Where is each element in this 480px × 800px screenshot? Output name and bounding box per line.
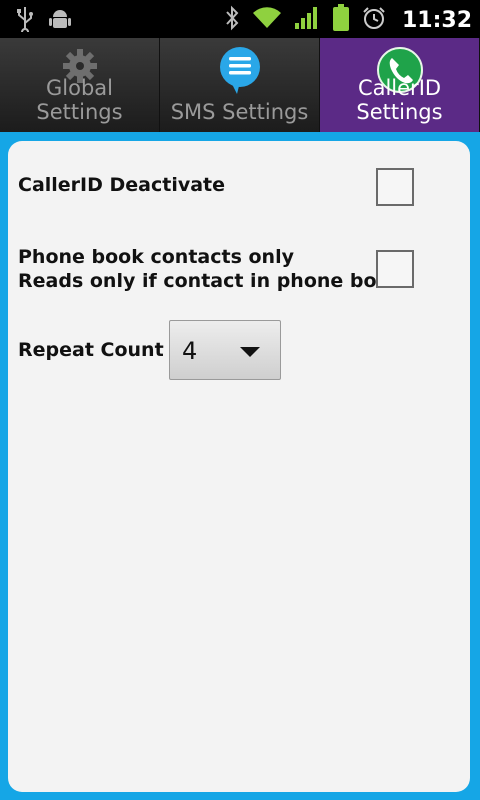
bluetooth-icon <box>224 5 240 35</box>
android-debug-icon <box>48 7 72 35</box>
repeat-count-spinner[interactable]: 4 <box>169 320 281 380</box>
battery-icon <box>332 4 350 36</box>
tab-bar: Global Settings SMS Settings CallerID Se… <box>0 38 480 132</box>
repeat-count-label: Repeat Count <box>18 339 164 361</box>
sms-bubble-icon <box>217 46 263 100</box>
tab-sms-settings[interactable]: SMS Settings <box>160 38 320 132</box>
dropdown-arrow-icon <box>240 347 260 357</box>
tab-label: SMS Settings <box>170 100 309 124</box>
tab-label: Global Settings <box>36 76 123 124</box>
alarm-icon <box>362 6 386 34</box>
settings-panel: CallerID Deactivate Phone book contacts … <box>8 141 470 792</box>
phonebook-only-description: Reads only if contact in phone book <box>18 270 403 292</box>
callerid-deactivate-checkbox[interactable] <box>376 168 414 206</box>
phonebook-only-checkbox[interactable] <box>376 250 414 288</box>
phonebook-only-label: Phone book contacts only <box>18 246 294 268</box>
callerid-deactivate-label: CallerID Deactivate <box>18 174 226 196</box>
tab-callerid-settings[interactable]: CallerID Settings <box>320 38 480 132</box>
tab-label: CallerID Settings <box>356 76 443 124</box>
signal-icon <box>294 5 320 35</box>
tab-global-settings[interactable]: Global Settings <box>0 38 160 132</box>
clock-time: 11:32 <box>401 7 472 33</box>
repeat-count-value: 4 <box>182 337 198 365</box>
usb-icon <box>16 6 34 36</box>
wifi-icon <box>252 6 282 34</box>
status-bar: 11:32 <box>0 0 480 38</box>
